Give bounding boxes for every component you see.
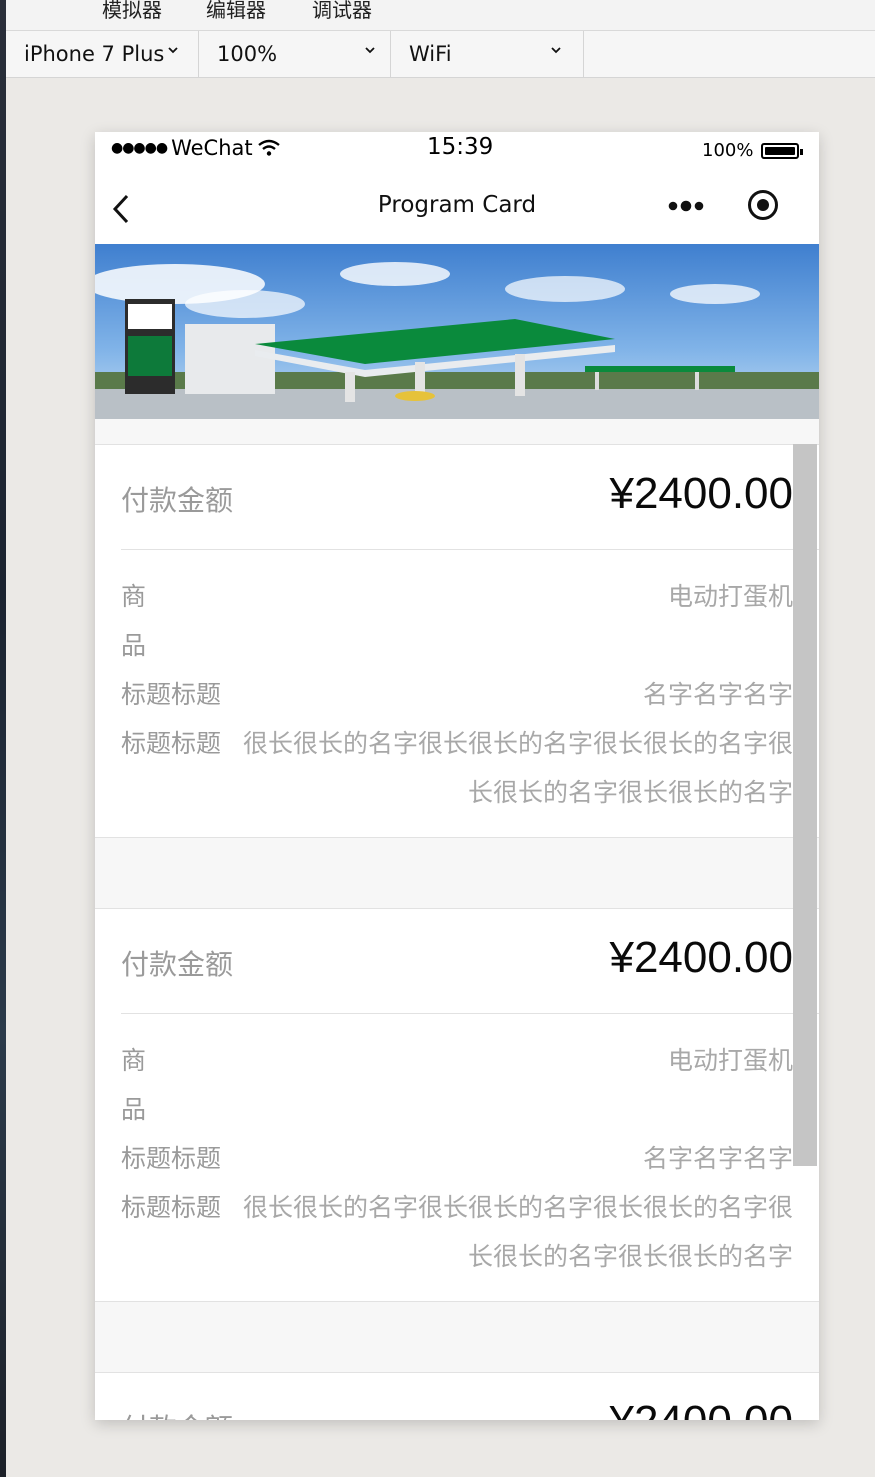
detail-row: 商品 电动打蛋机 bbox=[121, 572, 793, 670]
card-list: 付款金额 ¥2400.00 商品 电动打蛋机 标题标题 名字名字名字 标题标题 … bbox=[95, 444, 819, 1420]
carrier-name: WeChat bbox=[171, 136, 253, 160]
zoom-select-label: 100% bbox=[217, 42, 278, 66]
card-header: 付款金额 ¥2400.00 bbox=[121, 1373, 819, 1420]
network-select-label: WiFi bbox=[409, 42, 452, 66]
detail-row: 标题标题 很长很长的名字很长很长的名字很长很长的名字很长很长的名字很长很长的名字 bbox=[121, 719, 793, 817]
chevron-down-icon bbox=[168, 47, 178, 54]
detail-label: 标题标题 bbox=[121, 680, 222, 709]
detail-row: 标题标题 名字名字名字 bbox=[121, 1134, 793, 1183]
payment-amount-label: 付款金额 bbox=[121, 1407, 233, 1420]
tab-editor[interactable]: 编辑器 bbox=[206, 0, 266, 23]
card-details: 商品 电动打蛋机 标题标题 名字名字名字 标题标题 很长很长的名字很长很长的名字… bbox=[95, 1014, 819, 1301]
gas-station-banner bbox=[95, 244, 819, 419]
simulator-toolbar: iPhone 7 Plus 100% WiFi bbox=[6, 30, 875, 78]
more-dots-icon[interactable] bbox=[667, 198, 707, 214]
detail-label: 商品 bbox=[121, 1046, 197, 1124]
detail-value: 电动打蛋机 bbox=[667, 582, 793, 611]
chevron-down-icon bbox=[551, 47, 561, 54]
detail-label: 标题标题 bbox=[121, 1193, 222, 1222]
payment-amount-value: ¥2400.00 bbox=[609, 469, 793, 518]
device-select[interactable]: iPhone 7 Plus bbox=[6, 31, 199, 77]
detail-value: 很长很长的名字很长很长的名字很长很长的名字很长很长的名字很长很长的名字 bbox=[242, 1193, 793, 1271]
payment-amount-label: 付款金额 bbox=[121, 484, 234, 517]
detail-row: 标题标题 名字名字名字 bbox=[121, 670, 793, 719]
close-target-icon[interactable] bbox=[747, 189, 779, 221]
signal-dots: ●●●●● bbox=[111, 140, 168, 156]
detail-label: 商品 bbox=[121, 582, 197, 660]
network-select[interactable]: WiFi bbox=[391, 31, 584, 77]
detail-row: 商品 电动打蛋机 bbox=[121, 1036, 793, 1134]
detail-label: 标题标题 bbox=[121, 1144, 222, 1173]
zoom-select[interactable]: 100% bbox=[199, 31, 391, 77]
payment-card: 付款金额 ¥2400.00 bbox=[95, 1372, 819, 1420]
devtools-tab-bar: 模拟器 编辑器 调试器 bbox=[6, 0, 875, 30]
status-time: 15:39 bbox=[427, 134, 494, 160]
detail-value: 电动打蛋机 bbox=[667, 1046, 793, 1075]
detail-label: 标题标题 bbox=[121, 729, 222, 758]
card-details: 商品 电动打蛋机 标题标题 名字名字名字 标题标题 很长很长的名字很长很长的名字… bbox=[95, 550, 819, 837]
desktop-background-strip bbox=[0, 0, 6, 1477]
payment-card: 付款金额 ¥2400.00 商品 电动打蛋机 标题标题 名字名字名字 标题标题 … bbox=[95, 444, 819, 838]
page-title: Program Card bbox=[377, 192, 537, 218]
detail-value: 名字名字名字 bbox=[642, 680, 793, 709]
card-header: 付款金额 ¥2400.00 bbox=[121, 445, 819, 550]
payment-amount-label: 付款金额 bbox=[121, 948, 234, 981]
scrollbar-thumb[interactable] bbox=[793, 444, 817, 1166]
detail-value: 很长很长的名字很长很长的名字很长很长的名字很长很长的名字很长很长的名字 bbox=[242, 729, 793, 807]
detail-row: 标题标题 很长很长的名字很长很长的名字很长很长的名字很长很长的名字很长很长的名字 bbox=[121, 1183, 793, 1281]
tab-debugger[interactable]: 调试器 bbox=[312, 0, 372, 23]
tab-simulator[interactable]: 模拟器 bbox=[102, 0, 162, 23]
card-header: 付款金额 ¥2400.00 bbox=[121, 909, 819, 1014]
detail-value: 名字名字名字 bbox=[642, 1144, 793, 1173]
phone-simulator: ●●●●● WeChat 15:39 100% Program Card 付款金… bbox=[95, 132, 819, 1420]
gas-station-banner-image bbox=[95, 244, 819, 419]
payment-card: 付款金额 ¥2400.00 商品 电动打蛋机 标题标题 名字名字名字 标题标题 … bbox=[95, 908, 819, 1302]
wifi-icon bbox=[257, 139, 280, 156]
device-select-label: iPhone 7 Plus bbox=[24, 42, 165, 66]
carrier-info: ●●●●● WeChat bbox=[111, 136, 280, 160]
chevron-down-icon bbox=[365, 47, 375, 54]
battery-percent: 100% bbox=[702, 140, 754, 161]
battery-icon bbox=[761, 143, 803, 159]
status-bar: ●●●●● WeChat 15:39 100% bbox=[95, 132, 819, 172]
payment-amount-value: ¥2400.00 bbox=[609, 1397, 793, 1420]
payment-amount-value: ¥2400.00 bbox=[609, 933, 793, 982]
navigation-bar: Program Card bbox=[95, 172, 819, 244]
